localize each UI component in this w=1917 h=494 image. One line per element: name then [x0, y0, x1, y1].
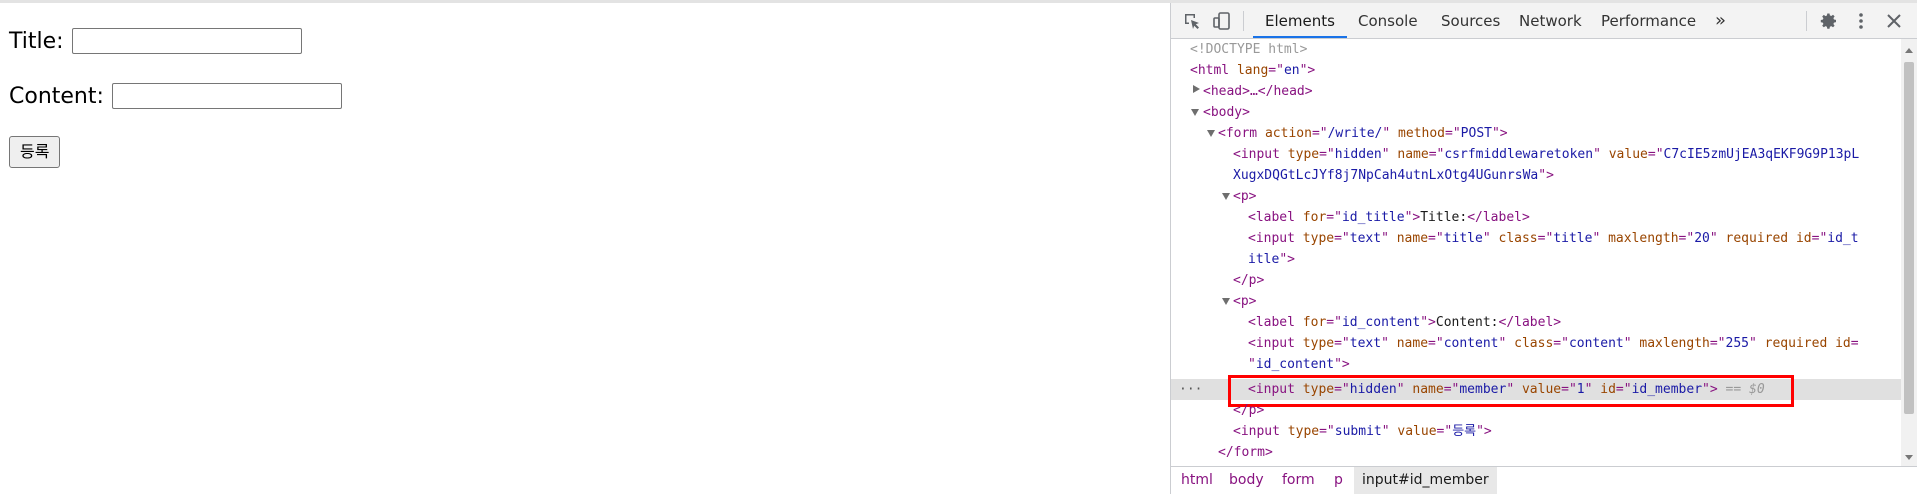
toolbar-separator — [1243, 11, 1244, 31]
breadcrumb-html[interactable]: html — [1173, 467, 1221, 494]
title-input[interactable] — [71, 28, 302, 54]
dom-line-input-content[interactable]: <input type="text" name="content" class=… — [1248, 333, 1859, 354]
scroll-down-arrow-icon[interactable] — [1905, 455, 1913, 460]
dom-line-csrf-cont[interactable]: XugxDQGtLcJYf8j7NpCah4utnLxOtg4UGunrsWa"… — [1233, 165, 1554, 186]
dom-line-label-content[interactable]: <label for="id_content">Content:</label> — [1248, 312, 1561, 333]
content-label: Content: — [9, 83, 104, 109]
collapse-arrow-icon[interactable] — [1222, 298, 1230, 305]
red-highlight-box — [1228, 375, 1794, 407]
dom-line-submit[interactable]: <input type="submit" value="등록"> — [1233, 421, 1492, 442]
collapse-arrow-icon[interactable] — [1222, 193, 1230, 200]
title-label: Title: — [9, 28, 64, 54]
more-options-icon[interactable] — [1852, 12, 1870, 30]
collapse-arrow-icon[interactable] — [1207, 130, 1215, 137]
dom-line-input-title-cont[interactable]: itle"> — [1248, 249, 1295, 270]
devtools-toolbar: Elements Console Sources Network Perform… — [1171, 3, 1917, 39]
dom-line-label-title[interactable]: <label for="id_title">Title:</label> — [1248, 207, 1530, 228]
tab-network[interactable]: Network — [1507, 3, 1594, 38]
breadcrumb-form[interactable]: form — [1274, 467, 1323, 494]
scroll-up-arrow-icon[interactable] — [1905, 48, 1913, 53]
scroll-thumb[interactable] — [1904, 62, 1914, 414]
dom-line-p1[interactable]: <p> — [1233, 186, 1256, 207]
submit-button[interactable]: 등록 — [9, 136, 61, 168]
dom-line-head[interactable]: <head>…</head> — [1203, 81, 1313, 102]
inspect-element-icon[interactable] — [1183, 12, 1201, 30]
dom-line-input-title[interactable]: <input type="text" name="title" class="t… — [1248, 228, 1859, 249]
title-row: Title: — [9, 28, 302, 54]
dom-line-csrf[interactable]: <input type="hidden" name="csrfmiddlewar… — [1233, 144, 1859, 165]
close-icon[interactable] — [1885, 12, 1903, 30]
toolbar-separator — [1806, 11, 1807, 31]
tab-elements[interactable]: Elements — [1253, 3, 1347, 38]
more-tabs-icon[interactable]: » — [1703, 3, 1738, 38]
tab-console[interactable]: Console — [1346, 3, 1430, 38]
dom-line-p1-close[interactable]: </p> — [1233, 270, 1264, 291]
dom-scrollbar[interactable] — [1901, 39, 1917, 466]
settings-gear-icon[interactable] — [1820, 12, 1838, 30]
content-input[interactable] — [111, 83, 342, 109]
devtools-panel: Elements Console Sources Network Perform… — [1170, 3, 1917, 494]
dom-line-p2-close[interactable]: </p> — [1233, 400, 1264, 421]
dom-line-html[interactable]: <html lang="en"> — [1190, 60, 1315, 81]
dom-line-p2[interactable]: <p> — [1233, 291, 1256, 312]
collapse-arrow-icon[interactable] — [1191, 109, 1199, 116]
tab-sources[interactable]: Sources — [1429, 3, 1512, 38]
breadcrumb-p[interactable]: p — [1326, 467, 1351, 494]
tab-performance[interactable]: Performance — [1589, 3, 1708, 38]
row-options-icon[interactable]: ··· — [1179, 379, 1202, 400]
dom-line-doctype[interactable]: <!DOCTYPE html> — [1190, 39, 1307, 60]
dom-line-form[interactable]: <form action="/write/" method="POST"> — [1218, 123, 1508, 144]
page-viewport: Title: Content: 등록 — [0, 3, 1170, 494]
device-toolbar-icon[interactable] — [1213, 12, 1231, 30]
breadcrumb: html body form p input#id_member — [1171, 466, 1917, 494]
breadcrumb-body[interactable]: body — [1221, 467, 1272, 494]
dom-tree: ··· <!DOCTYPE html> <html lang="en"> <he… — [1171, 39, 1901, 466]
expand-arrow-icon[interactable] — [1193, 85, 1200, 93]
dom-line-body[interactable]: <body> — [1203, 102, 1250, 123]
dom-line-form-close[interactable]: </form> — [1218, 442, 1273, 463]
content-row: Content: — [9, 83, 342, 109]
breadcrumb-input-member[interactable]: input#id_member — [1354, 467, 1497, 494]
dom-line-input-content-cont[interactable]: "id_content"> — [1248, 354, 1350, 375]
